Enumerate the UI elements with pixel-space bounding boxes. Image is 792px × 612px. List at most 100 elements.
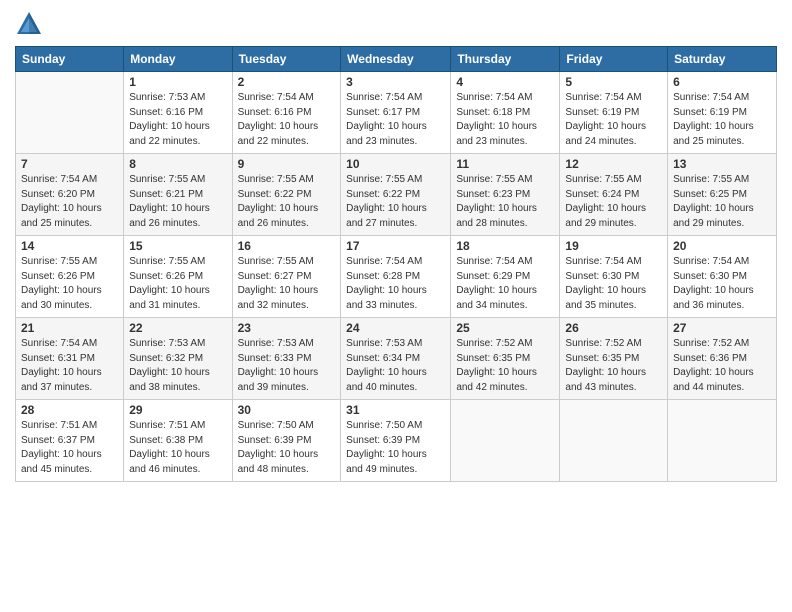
day-info: Sunrise: 7:54 AM Sunset: 6:19 PM Dayligh…	[565, 91, 662, 149]
day-info: Sunrise: 7:53 AM Sunset: 6:32 PM Dayligh…	[129, 337, 226, 395]
calendar-cell: 19 Sunrise: 7:54 AM Sunset: 6:30 PM Dayli…	[560, 236, 668, 318]
day-number: 14	[21, 239, 118, 253]
day-number: 31	[346, 403, 445, 417]
day-number: 27	[673, 321, 771, 335]
day-number: 29	[129, 403, 226, 417]
day-info: Sunrise: 7:53 AM Sunset: 6:34 PM Dayligh…	[346, 337, 445, 395]
day-number: 15	[129, 239, 226, 253]
calendar-week-row: 14 Sunrise: 7:55 AM Sunset: 6:26 PM Dayli…	[16, 236, 777, 318]
calendar-cell: 3 Sunrise: 7:54 AM Sunset: 6:17 PM Daylig…	[341, 72, 451, 154]
day-info: Sunrise: 7:55 AM Sunset: 6:25 PM Dayligh…	[673, 173, 771, 231]
day-info: Sunrise: 7:52 AM Sunset: 6:36 PM Dayligh…	[673, 337, 771, 395]
calendar-weekday-header: Saturday	[668, 47, 777, 72]
calendar-cell: 13 Sunrise: 7:55 AM Sunset: 6:25 PM Dayli…	[668, 154, 777, 236]
day-number: 12	[565, 157, 662, 171]
day-number: 26	[565, 321, 662, 335]
calendar-header-row: SundayMondayTuesdayWednesdayThursdayFrid…	[16, 47, 777, 72]
day-number: 30	[238, 403, 336, 417]
calendar-cell	[16, 72, 124, 154]
day-info: Sunrise: 7:54 AM Sunset: 6:16 PM Dayligh…	[238, 91, 336, 149]
calendar-week-row: 7 Sunrise: 7:54 AM Sunset: 6:20 PM Daylig…	[16, 154, 777, 236]
day-info: Sunrise: 7:50 AM Sunset: 6:39 PM Dayligh…	[346, 419, 445, 477]
calendar-cell: 2 Sunrise: 7:54 AM Sunset: 6:16 PM Daylig…	[232, 72, 341, 154]
day-info: Sunrise: 7:53 AM Sunset: 6:33 PM Dayligh…	[238, 337, 336, 395]
day-number: 8	[129, 157, 226, 171]
day-number: 21	[21, 321, 118, 335]
calendar-weekday-header: Tuesday	[232, 47, 341, 72]
calendar-cell: 21 Sunrise: 7:54 AM Sunset: 6:31 PM Dayli…	[16, 318, 124, 400]
day-number: 28	[21, 403, 118, 417]
day-info: Sunrise: 7:52 AM Sunset: 6:35 PM Dayligh…	[565, 337, 662, 395]
day-number: 22	[129, 321, 226, 335]
calendar-cell: 16 Sunrise: 7:55 AM Sunset: 6:27 PM Dayli…	[232, 236, 341, 318]
calendar-cell: 23 Sunrise: 7:53 AM Sunset: 6:33 PM Dayli…	[232, 318, 341, 400]
calendar-cell: 9 Sunrise: 7:55 AM Sunset: 6:22 PM Daylig…	[232, 154, 341, 236]
calendar-cell: 24 Sunrise: 7:53 AM Sunset: 6:34 PM Dayli…	[341, 318, 451, 400]
calendar-cell: 31 Sunrise: 7:50 AM Sunset: 6:39 PM Dayli…	[341, 400, 451, 482]
day-info: Sunrise: 7:51 AM Sunset: 6:38 PM Dayligh…	[129, 419, 226, 477]
calendar-cell	[668, 400, 777, 482]
day-info: Sunrise: 7:54 AM Sunset: 6:30 PM Dayligh…	[565, 255, 662, 313]
day-info: Sunrise: 7:50 AM Sunset: 6:39 PM Dayligh…	[238, 419, 336, 477]
day-info: Sunrise: 7:55 AM Sunset: 6:24 PM Dayligh…	[565, 173, 662, 231]
day-number: 3	[346, 75, 445, 89]
calendar-weekday-header: Friday	[560, 47, 668, 72]
day-number: 16	[238, 239, 336, 253]
calendar-cell: 6Sunrise: 7:54 AM Sunset: 6:19 PM Daylig…	[668, 72, 777, 154]
day-info: Sunrise: 7:55 AM Sunset: 6:22 PM Dayligh…	[238, 173, 336, 231]
day-number: 24	[346, 321, 445, 335]
day-number: 18	[456, 239, 554, 253]
day-number: 1	[129, 75, 226, 89]
calendar-weekday-header: Wednesday	[341, 47, 451, 72]
logo-icon	[15, 10, 43, 38]
day-number: 10	[346, 157, 445, 171]
calendar-cell: 28 Sunrise: 7:51 AM Sunset: 6:37 PM Dayli…	[16, 400, 124, 482]
day-number: 23	[238, 321, 336, 335]
day-info: Sunrise: 7:55 AM Sunset: 6:27 PM Dayligh…	[238, 255, 336, 313]
day-info: Sunrise: 7:54 AM Sunset: 6:29 PM Dayligh…	[456, 255, 554, 313]
day-info: Sunrise: 7:54 AM Sunset: 6:17 PM Dayligh…	[346, 91, 445, 149]
day-info: Sunrise: 7:55 AM Sunset: 6:26 PM Dayligh…	[21, 255, 118, 313]
page-header	[15, 10, 777, 38]
day-info: Sunrise: 7:54 AM Sunset: 6:20 PM Dayligh…	[21, 173, 118, 231]
day-number: 9	[238, 157, 336, 171]
day-number: 7	[21, 157, 118, 171]
calendar-cell: 25 Sunrise: 7:52 AM Sunset: 6:35 PM Dayli…	[451, 318, 560, 400]
day-info: Sunrise: 7:52 AM Sunset: 6:35 PM Dayligh…	[456, 337, 554, 395]
day-number: 17	[346, 239, 445, 253]
day-number: 2	[238, 75, 336, 89]
day-info: Sunrise: 7:54 AM Sunset: 6:19 PM Dayligh…	[673, 91, 771, 149]
calendar-week-row: 1 Sunrise: 7:53 AM Sunset: 6:16 PM Daylig…	[16, 72, 777, 154]
calendar-cell	[451, 400, 560, 482]
calendar-cell: 8 Sunrise: 7:55 AM Sunset: 6:21 PM Daylig…	[124, 154, 232, 236]
day-info: Sunrise: 7:51 AM Sunset: 6:37 PM Dayligh…	[21, 419, 118, 477]
day-number: 4	[456, 75, 554, 89]
day-info: Sunrise: 7:54 AM Sunset: 6:18 PM Dayligh…	[456, 91, 554, 149]
day-number: 25	[456, 321, 554, 335]
day-info: Sunrise: 7:55 AM Sunset: 6:21 PM Dayligh…	[129, 173, 226, 231]
calendar-cell: 1 Sunrise: 7:53 AM Sunset: 6:16 PM Daylig…	[124, 72, 232, 154]
calendar-cell: 30 Sunrise: 7:50 AM Sunset: 6:39 PM Dayli…	[232, 400, 341, 482]
logo	[15, 10, 47, 38]
day-info: Sunrise: 7:54 AM Sunset: 6:30 PM Dayligh…	[673, 255, 771, 313]
day-number: 19	[565, 239, 662, 253]
day-info: Sunrise: 7:54 AM Sunset: 6:28 PM Dayligh…	[346, 255, 445, 313]
calendar-cell: 20 Sunrise: 7:54 AM Sunset: 6:30 PM Dayli…	[668, 236, 777, 318]
day-info: Sunrise: 7:55 AM Sunset: 6:22 PM Dayligh…	[346, 173, 445, 231]
day-info: Sunrise: 7:55 AM Sunset: 6:23 PM Dayligh…	[456, 173, 554, 231]
calendar-cell: 18 Sunrise: 7:54 AM Sunset: 6:29 PM Dayli…	[451, 236, 560, 318]
day-number: 13	[673, 157, 771, 171]
day-number: 11	[456, 157, 554, 171]
day-info: Sunrise: 7:54 AM Sunset: 6:31 PM Dayligh…	[21, 337, 118, 395]
calendar-cell: 11 Sunrise: 7:55 AM Sunset: 6:23 PM Dayli…	[451, 154, 560, 236]
calendar-cell: 29 Sunrise: 7:51 AM Sunset: 6:38 PM Dayli…	[124, 400, 232, 482]
calendar-cell: 12 Sunrise: 7:55 AM Sunset: 6:24 PM Dayli…	[560, 154, 668, 236]
day-number: 20	[673, 239, 771, 253]
calendar-cell: 4 Sunrise: 7:54 AM Sunset: 6:18 PM Daylig…	[451, 72, 560, 154]
day-info: Sunrise: 7:55 AM Sunset: 6:26 PM Dayligh…	[129, 255, 226, 313]
calendar-cell: 22 Sunrise: 7:53 AM Sunset: 6:32 PM Dayli…	[124, 318, 232, 400]
calendar-weekday-header: Thursday	[451, 47, 560, 72]
calendar-cell	[560, 400, 668, 482]
calendar-cell: 10 Sunrise: 7:55 AM Sunset: 6:22 PM Dayli…	[341, 154, 451, 236]
day-info: Sunrise: 7:53 AM Sunset: 6:16 PM Dayligh…	[129, 91, 226, 149]
